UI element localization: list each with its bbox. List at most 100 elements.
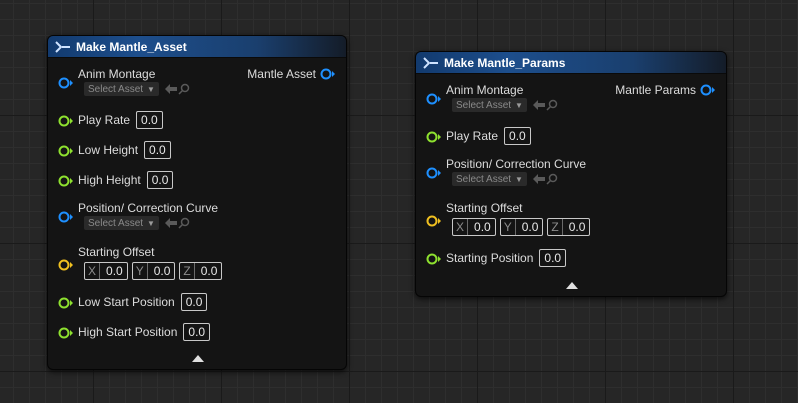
select-asset-label: Select Asset xyxy=(88,83,144,95)
low-start-position-row: Low Start Position 0.0 xyxy=(78,293,208,311)
select-asset-dropdown[interactable]: Select Asset ▼ xyxy=(452,98,527,112)
axis-label: X xyxy=(453,219,469,235)
x-input[interactable]: X 0.0 xyxy=(452,218,496,236)
use-selected-arrow-icon[interactable] xyxy=(164,83,178,95)
play-rate-row: Play Rate 0.0 xyxy=(446,127,531,145)
low-height-input[interactable]: 0.0 xyxy=(144,141,171,159)
float-input-pin[interactable] xyxy=(58,175,74,187)
struct-input-pin[interactable] xyxy=(58,77,74,89)
pin-label: Low Height xyxy=(78,143,139,157)
starting-offset-label-row: Starting Offset xyxy=(78,243,154,261)
anim-montage-label-row: Anim Montage xyxy=(446,81,523,99)
float-input-pin[interactable] xyxy=(58,115,74,127)
float-input-pin[interactable] xyxy=(426,253,442,265)
output-label: Mantle Params xyxy=(615,83,696,97)
pin-label: High Height xyxy=(78,173,141,187)
play-rate-input[interactable]: 0.0 xyxy=(136,111,163,129)
y-value: 0.0 xyxy=(153,264,171,278)
node-make-mantle-params[interactable]: Make Mantle_Params Mantle Params Anim Mo… xyxy=(415,51,727,297)
select-asset-dropdown[interactable]: Select Asset ▼ xyxy=(452,172,527,186)
select-asset-label: Select Asset xyxy=(456,99,512,111)
output-row: Mantle Asset xyxy=(247,65,336,83)
node-title: Make Mantle_Params xyxy=(444,55,566,70)
axis-label: Y xyxy=(133,263,148,279)
vector-input-pin[interactable] xyxy=(426,215,442,227)
z-input[interactable]: Z 0.0 xyxy=(179,262,223,280)
select-asset-label: Select Asset xyxy=(456,173,512,185)
pin-label: Position/ Correction Curve xyxy=(446,157,587,171)
vector-inputs: X 0.0 Y 0.0 Z 0.0 xyxy=(84,262,226,280)
make-struct-icon xyxy=(55,40,70,53)
use-selected-arrow-icon[interactable] xyxy=(532,99,546,111)
struct-input-pin[interactable] xyxy=(426,93,442,105)
asset-picker-row: Select Asset ▼ xyxy=(84,216,190,230)
y-value: 0.0 xyxy=(521,220,539,234)
struct-input-pin[interactable] xyxy=(426,167,442,179)
z-input[interactable]: Z 0.0 xyxy=(547,218,591,236)
chevron-down-icon: ▼ xyxy=(515,174,523,184)
asset-picker-row: Select Asset ▼ xyxy=(84,82,190,96)
float-input-pin[interactable] xyxy=(426,131,442,143)
axis-label: X xyxy=(85,263,101,279)
asset-picker-row: Select Asset ▼ xyxy=(452,98,558,112)
starting-position-row: Starting Position 0.0 xyxy=(446,249,567,267)
pin-label: Play Rate xyxy=(78,113,131,127)
x-value: 0.0 xyxy=(106,264,123,278)
pin-label: Anim Montage xyxy=(78,67,156,81)
chevron-down-icon: ▼ xyxy=(147,218,155,228)
float-input-pin[interactable] xyxy=(58,145,74,157)
select-asset-dropdown[interactable]: Select Asset ▼ xyxy=(84,216,159,230)
struct-input-pin[interactable] xyxy=(58,211,74,223)
pin-label: Anim Montage xyxy=(446,83,524,97)
curve-label-row: Position/ Correction Curve xyxy=(78,199,218,217)
struct-output-pin[interactable] xyxy=(320,68,336,80)
collapse-arrow-icon[interactable] xyxy=(566,282,578,289)
pin-label: Low Start Position xyxy=(78,295,175,309)
axis-label: Z xyxy=(180,263,195,279)
high-height-input[interactable]: 0.0 xyxy=(146,171,174,189)
axis-label: Z xyxy=(548,219,563,235)
axis-label: Y xyxy=(501,219,516,235)
chevron-down-icon: ▼ xyxy=(147,84,155,94)
browse-search-icon[interactable] xyxy=(546,99,558,111)
starting-offset-label-row: Starting Offset xyxy=(446,199,522,217)
chevron-down-icon: ▼ xyxy=(515,100,523,110)
make-struct-icon xyxy=(423,56,438,69)
pin-label: Starting Offset xyxy=(446,201,523,215)
curve-label-row: Position/ Correction Curve xyxy=(446,155,586,173)
y-input[interactable]: Y 0.0 xyxy=(131,262,176,280)
z-value: 0.0 xyxy=(568,220,586,234)
output-label: Mantle Asset xyxy=(247,67,316,81)
play-rate-row: Play Rate 0.0 xyxy=(78,111,163,129)
node-make-mantle-asset[interactable]: Make Mantle_Asset Mantle Asset Anim Mont… xyxy=(47,35,347,370)
x-input[interactable]: X 0.0 xyxy=(84,262,128,280)
low-height-row: Low Height 0.0 xyxy=(78,141,171,159)
struct-output-pin[interactable] xyxy=(700,84,716,96)
pin-label: Starting Offset xyxy=(78,245,155,259)
browse-search-icon[interactable] xyxy=(178,83,190,95)
select-asset-dropdown[interactable]: Select Asset ▼ xyxy=(84,82,159,96)
high-start-position-row: High Start Position 0.0 xyxy=(78,323,211,341)
output-row: Mantle Params xyxy=(615,81,716,99)
float-input-pin[interactable] xyxy=(58,297,74,309)
starting-position-input[interactable]: 0.0 xyxy=(539,249,567,267)
pin-label: Play Rate xyxy=(446,129,499,143)
use-selected-arrow-icon[interactable] xyxy=(164,217,178,229)
z-value: 0.0 xyxy=(200,264,218,278)
node-header[interactable]: Make Mantle_Params xyxy=(416,52,726,74)
browse-search-icon[interactable] xyxy=(178,217,190,229)
play-rate-input[interactable]: 0.0 xyxy=(504,127,531,145)
vector-inputs: X 0.0 Y 0.0 Z 0.0 xyxy=(452,218,594,236)
use-selected-arrow-icon[interactable] xyxy=(532,173,546,185)
vector-input-pin[interactable] xyxy=(58,259,74,271)
float-input-pin[interactable] xyxy=(58,327,74,339)
pin-label: High Start Position xyxy=(78,325,178,339)
low-start-position-input[interactable]: 0.0 xyxy=(180,293,208,311)
high-start-position-input[interactable]: 0.0 xyxy=(183,323,211,341)
collapse-arrow-icon[interactable] xyxy=(192,355,204,362)
pin-label: Starting Position xyxy=(446,251,534,265)
high-height-row: High Height 0.0 xyxy=(78,171,174,189)
node-header[interactable]: Make Mantle_Asset xyxy=(48,36,346,58)
y-input[interactable]: Y 0.0 xyxy=(499,218,544,236)
browse-search-icon[interactable] xyxy=(546,173,558,185)
